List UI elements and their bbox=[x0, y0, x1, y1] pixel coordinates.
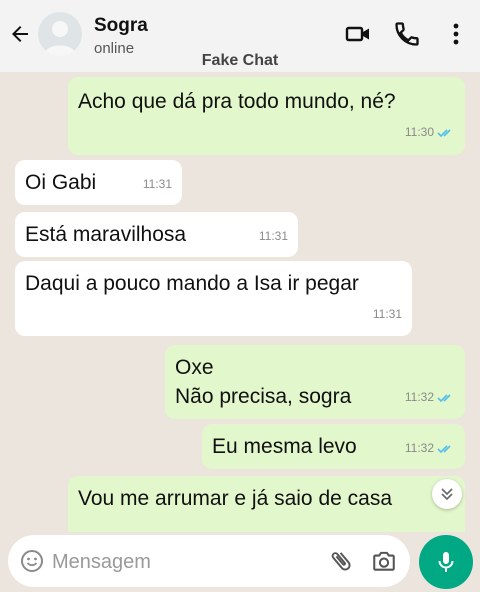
message-time: 11:31 bbox=[258, 229, 288, 243]
message-text: Está maravilhosa bbox=[25, 223, 187, 246]
message-bubble-incoming[interactable]: Oi Gabi 11:31 bbox=[15, 160, 182, 205]
message-bubble-outgoing[interactable]: Vou me arrumar e já saio de casa bbox=[68, 476, 465, 532]
voice-record-button[interactable] bbox=[419, 535, 473, 589]
message-bubble-incoming[interactable]: Daqui a pouco mando a Isa ir pegar 11:31 bbox=[15, 261, 412, 336]
message-text: Acho que dá pra todo mundo, né? bbox=[78, 90, 396, 113]
contact-name[interactable]: Sogra bbox=[94, 15, 148, 37]
scroll-to-bottom-button[interactable] bbox=[432, 479, 462, 509]
message-text: Oi Gabi bbox=[25, 171, 97, 194]
video-call-icon[interactable] bbox=[344, 20, 372, 48]
message-meta: 11:32 bbox=[405, 434, 455, 463]
message-text: Vou me arrumar e já saio de casa bbox=[78, 487, 392, 510]
double-check-icon bbox=[437, 445, 451, 453]
phone-icon[interactable] bbox=[393, 20, 421, 48]
message-bubble-outgoing[interactable]: Acho que dá pra todo mundo, né? 11:30 bbox=[68, 77, 465, 155]
mic-icon bbox=[438, 552, 454, 572]
message-bubble-outgoing[interactable]: Eu mesma levo 11:32 bbox=[202, 424, 465, 469]
message-text-line: Não precisa, sogra bbox=[175, 385, 352, 408]
chevron-down-double-icon bbox=[441, 488, 453, 501]
message-input[interactable] bbox=[50, 547, 314, 577]
double-check-icon bbox=[437, 394, 451, 402]
double-check-icon bbox=[437, 129, 451, 137]
message-time: 11:31 bbox=[142, 177, 172, 191]
message-list[interactable]: Acho que dá pra todo mundo, né? 11:30 Oi… bbox=[0, 72, 480, 532]
message-meta: 11:30 bbox=[405, 118, 455, 147]
message-time: 11:31 bbox=[372, 307, 402, 321]
more-vert-icon[interactable] bbox=[442, 20, 470, 48]
paperclip-icon[interactable] bbox=[328, 548, 354, 574]
chat-header: Sogra online Fake Chat bbox=[0, 0, 480, 72]
message-time: 11:30 bbox=[404, 125, 434, 139]
message-meta: 11:32 bbox=[405, 383, 455, 412]
default-avatar-icon bbox=[44, 21, 76, 56]
message-time: 11:32 bbox=[404, 441, 434, 455]
back-arrow-icon[interactable] bbox=[8, 22, 32, 46]
message-text: Daqui a pouco mando a Isa ir pegar bbox=[25, 272, 359, 295]
avatar[interactable] bbox=[38, 12, 82, 56]
message-text-line: Oxe bbox=[175, 356, 214, 379]
message-bubble-outgoing[interactable]: Oxe Não precisa, sogra 11:32 bbox=[165, 345, 465, 419]
watermark: Fake Chat bbox=[201, 52, 279, 69]
camera-icon[interactable] bbox=[371, 548, 397, 574]
message-bubble-incoming[interactable]: Está maravilhosa 11:31 bbox=[15, 212, 298, 257]
message-composer bbox=[8, 535, 410, 587]
message-text: Eu mesma levo bbox=[212, 435, 357, 458]
emoji-icon[interactable] bbox=[20, 549, 44, 573]
message-time: 11:32 bbox=[404, 390, 434, 404]
